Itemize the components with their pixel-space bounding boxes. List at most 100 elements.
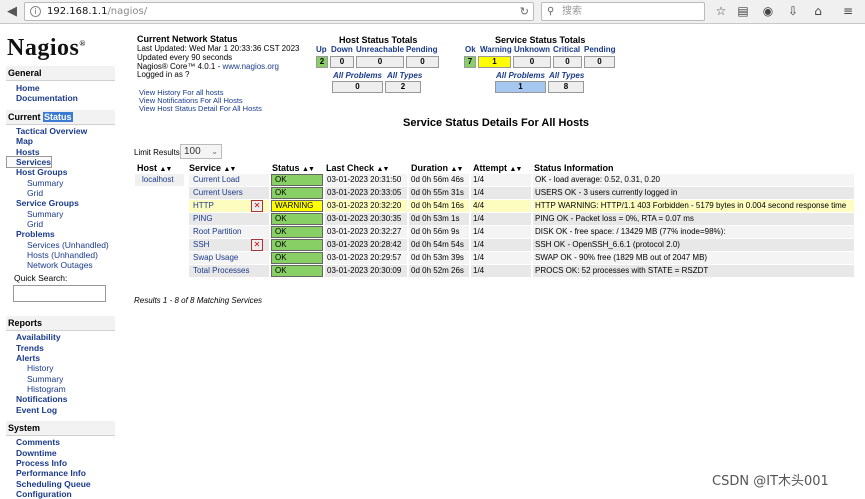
sort-icon[interactable]: ▲▼ <box>510 166 523 173</box>
link-host-status-detail[interactable]: View Host Status Detail For All Hosts <box>139 104 262 113</box>
nav-problems[interactable]: Problems <box>16 229 55 239</box>
host-count-unreachable[interactable]: 0 <box>356 56 404 68</box>
menu-icon[interactable]: ≡ <box>840 3 856 19</box>
sort-icon[interactable]: ▲▼ <box>160 166 173 173</box>
nav-alerts-histogram[interactable]: Histogram <box>27 384 66 394</box>
sort-icon[interactable]: ▲▼ <box>451 166 464 173</box>
nav-alerts[interactable]: Alerts <box>16 353 40 363</box>
nav-problem-hosts-unhandled[interactable]: Unhandled <box>54 250 95 260</box>
col-status[interactable]: Status ▲▼ <box>272 163 315 173</box>
service-all-types-count[interactable]: 8 <box>548 81 584 93</box>
nav-problem-hosts-link[interactable]: Hosts <box>27 250 49 260</box>
host-label-unreachable[interactable]: Unreachable <box>356 45 404 54</box>
service-all-problems-count[interactable]: 1 <box>495 81 546 93</box>
nav-event-log[interactable]: Event Log <box>16 405 57 415</box>
notifications-disabled-icon[interactable]: ✕ <box>251 239 263 251</box>
service-label-critical[interactable]: Critical <box>553 45 580 54</box>
nav-documentation[interactable]: Documentation <box>16 93 78 103</box>
nav-alerts-summary[interactable]: Summary <box>27 374 63 384</box>
nav-downtime[interactable]: Downtime <box>16 448 57 458</box>
sort-icon[interactable]: ▲▼ <box>224 166 237 173</box>
nav-servicegroup-summary[interactable]: Summary <box>27 209 63 219</box>
nav-performance-info[interactable]: Performance Info <box>16 468 86 478</box>
nav-problem-services-link[interactable]: Services <box>27 240 60 250</box>
nav-hostgroup-summary[interactable]: Summary <box>27 178 63 188</box>
quick-search-input[interactable] <box>13 285 106 302</box>
host-link-localhost[interactable]: localhost <box>142 175 174 184</box>
host-label-down[interactable]: Down <box>331 45 353 54</box>
service-link[interactable]: Swap Usage <box>189 252 269 264</box>
nav-alerts-history[interactable]: History <box>27 363 53 373</box>
nav-services[interactable]: Services <box>16 157 51 167</box>
service-count-pending[interactable]: 0 <box>584 56 615 68</box>
nav-problem-services-unhandled[interactable]: Unhandled <box>65 240 106 250</box>
status-information: OK - load average: 0.52, 0.31, 0.20 <box>533 174 854 186</box>
nav-network-outages[interactable]: Network Outages <box>27 260 93 270</box>
nav-process-info[interactable]: Process Info <box>16 458 67 468</box>
nav-map[interactable]: Map <box>16 136 33 146</box>
nav-tactical-overview[interactable]: Tactical Overview <box>16 126 87 136</box>
service-link[interactable]: Total Processes <box>189 265 269 277</box>
nav-hostgroup-grid[interactable]: Grid <box>27 188 43 198</box>
host-all-types-label[interactable]: All Types <box>387 71 422 80</box>
browser-search-input[interactable]: ⚲ 搜索 <box>541 2 705 21</box>
host-all-problems-label[interactable]: All Problems <box>333 71 382 80</box>
host-count-pending[interactable]: 0 <box>406 56 439 68</box>
nav-servicegroup-grid[interactable]: Grid <box>27 219 43 229</box>
service-link[interactable]: Root Partition <box>189 226 269 238</box>
nav-service-groups[interactable]: Service Groups <box>16 198 79 208</box>
service-all-problems-label[interactable]: All Problems <box>496 71 545 80</box>
back-icon[interactable]: ◀ <box>3 3 21 21</box>
service-count-warning[interactable]: 1 <box>478 56 511 68</box>
service-count-unknown[interactable]: 0 <box>513 56 551 68</box>
service-link[interactable]: PING <box>189 213 269 225</box>
nav-scheduling-queue[interactable]: Scheduling Queue <box>16 479 91 489</box>
url-bar[interactable]: i 192.168.1.1/nagios/ ↻ <box>24 2 534 21</box>
host-label-pending[interactable]: Pending <box>406 45 438 54</box>
limit-results-select[interactable]: 100 ⌄ <box>180 144 222 159</box>
col-host[interactable]: Host ▲▼ <box>137 163 173 173</box>
bookmark-star-icon[interactable]: ☆ <box>713 3 729 19</box>
nav-notifications[interactable]: Notifications <box>16 394 67 404</box>
service-label-pending[interactable]: Pending <box>584 45 616 54</box>
col-duration[interactable]: Duration ▲▼ <box>411 163 464 173</box>
sort-icon[interactable]: ▲▼ <box>302 166 315 173</box>
nav-availability[interactable]: Availability <box>16 332 61 342</box>
info-icon[interactable]: i <box>30 6 41 17</box>
service-all-types-label[interactable]: All Types <box>549 71 584 80</box>
notifications-disabled-icon[interactable]: ✕ <box>251 200 263 212</box>
sort-icon[interactable]: ▲▼ <box>377 166 390 173</box>
service-label-ok[interactable]: Ok <box>465 45 476 54</box>
reading-list-icon[interactable]: ▤ <box>735 3 751 19</box>
reload-icon[interactable]: ↻ <box>520 3 529 20</box>
host-count-down[interactable]: 0 <box>330 56 354 68</box>
host-all-problems-count[interactable]: 0 <box>332 81 383 93</box>
attempt: 1/4 <box>471 265 531 277</box>
nav-configuration[interactable]: Configuration <box>16 489 72 499</box>
host-all-types-count[interactable]: 2 <box>385 81 421 93</box>
col-last-check[interactable]: Last Check ▲▼ <box>326 163 390 173</box>
pocket-icon[interactable]: ◉ <box>760 3 776 19</box>
service-link[interactable]: Current Users <box>189 187 269 199</box>
table-row: Root Partition OK 03-01-2023 20:32:27 0d 0h… <box>189 226 854 239</box>
host-count-up[interactable]: 2 <box>316 56 328 68</box>
nav-host-groups[interactable]: Host Groups <box>16 167 67 177</box>
service-count-critical[interactable]: 0 <box>553 56 582 68</box>
nav-trends[interactable]: Trends <box>16 343 44 353</box>
col-service[interactable]: Service ▲▼ <box>189 163 237 173</box>
nav-comments[interactable]: Comments <box>16 437 60 447</box>
service-link[interactable]: Current Load <box>189 174 269 186</box>
nagios-org-link[interactable]: www.nagios.org <box>222 62 278 71</box>
home-icon[interactable]: ⌂ <box>810 3 826 19</box>
download-icon[interactable]: ⇩ <box>785 3 801 19</box>
service-label-warning[interactable]: Warning <box>480 45 512 54</box>
col-attempt[interactable]: Attempt ▲▼ <box>473 163 523 173</box>
service-count-ok[interactable]: 7 <box>464 56 476 68</box>
duration: 0d 0h 53m 1s <box>409 213 469 225</box>
service-label-unknown[interactable]: Unknown <box>514 45 550 54</box>
nagios-logo[interactable]: Nagios® <box>7 35 86 62</box>
section-general: General <box>6 66 115 81</box>
nav-home[interactable]: Home <box>16 83 40 93</box>
host-label-up[interactable]: Up <box>316 45 327 54</box>
duration: 0d 0h 56m 46s <box>409 174 469 186</box>
